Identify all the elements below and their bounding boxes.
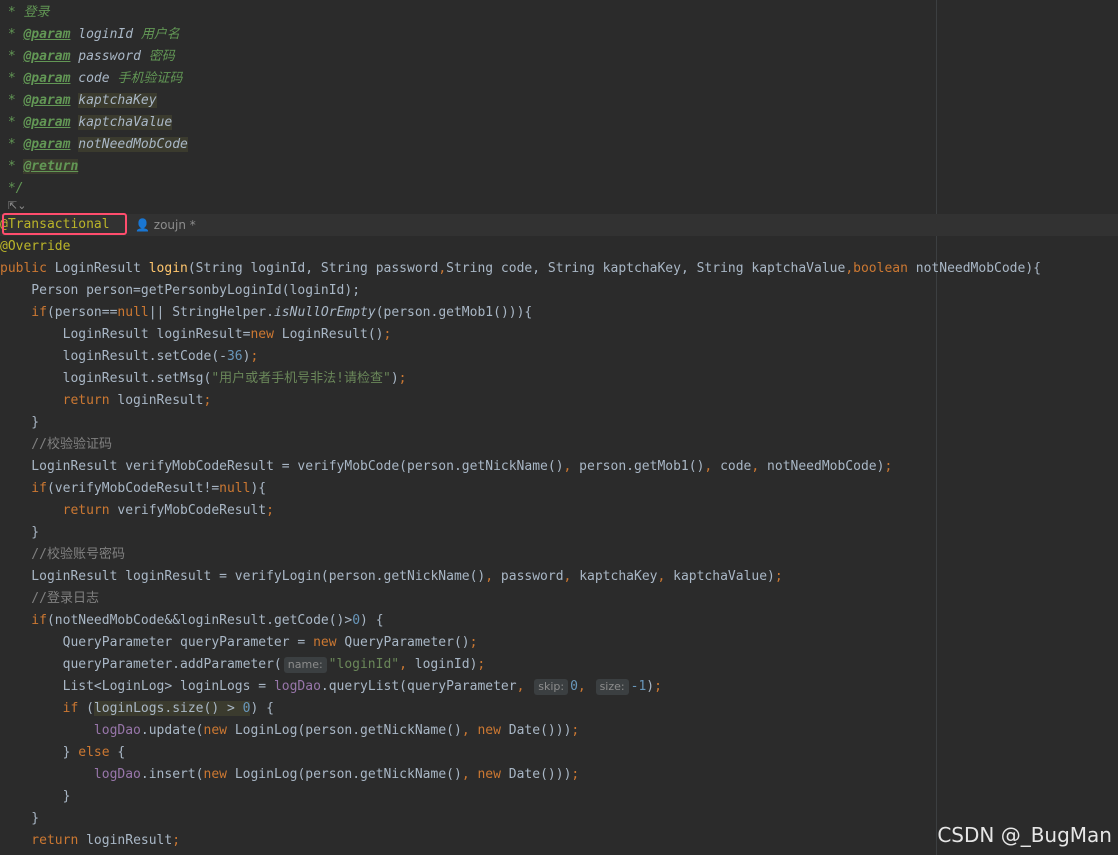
highlight-box: [2, 213, 127, 235]
doc-line: * @param notNeedMobCode: [0, 137, 188, 152]
code-line: return verifyMobCodeResult;: [0, 503, 274, 518]
code-line: loginResult.setCode(-36);: [0, 349, 259, 364]
code-line: queryParameter.addParameter(name: "loginI…: [0, 657, 486, 673]
code-line: logDao.update(new LoginLog(person.getNic…: [0, 723, 580, 738]
doc-line: * @param kaptchaKey: [0, 93, 157, 108]
code-line: }: [0, 525, 40, 540]
doc-line: * @param kaptchaValue: [0, 115, 173, 130]
code-line: } else {: [0, 745, 126, 760]
user-icon: 👤: [135, 218, 150, 232]
watermark: CSDN @_BugMan: [937, 823, 1112, 847]
code-editor[interactable]: * 登录 * @param loginId 用户名 * @param passw…: [0, 0, 1118, 855]
code-line: public LoginResult login(String loginId,…: [0, 261, 1041, 276]
code-line: @Override: [0, 239, 71, 254]
code-line: //校验账号密码: [0, 547, 125, 562]
author-hint[interactable]: 👤 zoujn *: [135, 215, 196, 235]
param-hint: skip:: [534, 679, 569, 695]
code-line: LoginResult loginResult=new LoginResult(…: [0, 327, 392, 342]
code-line: return loginResult;: [0, 393, 212, 408]
code-line: LoginResult verifyMobCodeResult = verify…: [0, 459, 893, 474]
code-line: //登录日志: [0, 591, 99, 606]
code-line: loginResult.setMsg("用户或者手机号非法!请检查");: [0, 371, 407, 386]
code-line: }: [0, 415, 40, 430]
param-hint: size:: [595, 679, 629, 695]
code-line: List<LoginLog> loginLogs = logDao.queryL…: [0, 679, 662, 695]
doc-line: * @param loginId 用户名: [0, 27, 180, 42]
fold-icon[interactable]: ⇱⌄: [8, 199, 26, 213]
doc-line: * @param code 手机验证码: [0, 71, 183, 86]
code-line: //校验验证码: [0, 437, 112, 452]
doc-line: * 登录: [0, 5, 50, 20]
param-hint: name:: [283, 657, 327, 673]
code-line: if(verifyMobCodeResult!=null){: [0, 481, 267, 496]
code-line: QueryParameter queryParameter = new Quer…: [0, 635, 478, 650]
code-line: }: [0, 789, 71, 804]
code-line: if(notNeedMobCode&&loginResult.getCode()…: [0, 613, 384, 628]
code-line: Person person=getPersonbyLoginId(loginId…: [0, 283, 361, 298]
code-line: if (loginLogs.size() > 0) {: [0, 701, 274, 716]
doc-line: * @param password 密码: [0, 49, 175, 64]
code-line: logDao.insert(new LoginLog(person.getNic…: [0, 767, 580, 782]
code-line: LoginResult loginResult = verifyLogin(pe…: [0, 569, 783, 584]
doc-line: */: [0, 181, 24, 196]
doc-line: * @return: [0, 159, 79, 174]
code-line: if(person==null|| StringHelper.isNullOrE…: [0, 305, 533, 320]
